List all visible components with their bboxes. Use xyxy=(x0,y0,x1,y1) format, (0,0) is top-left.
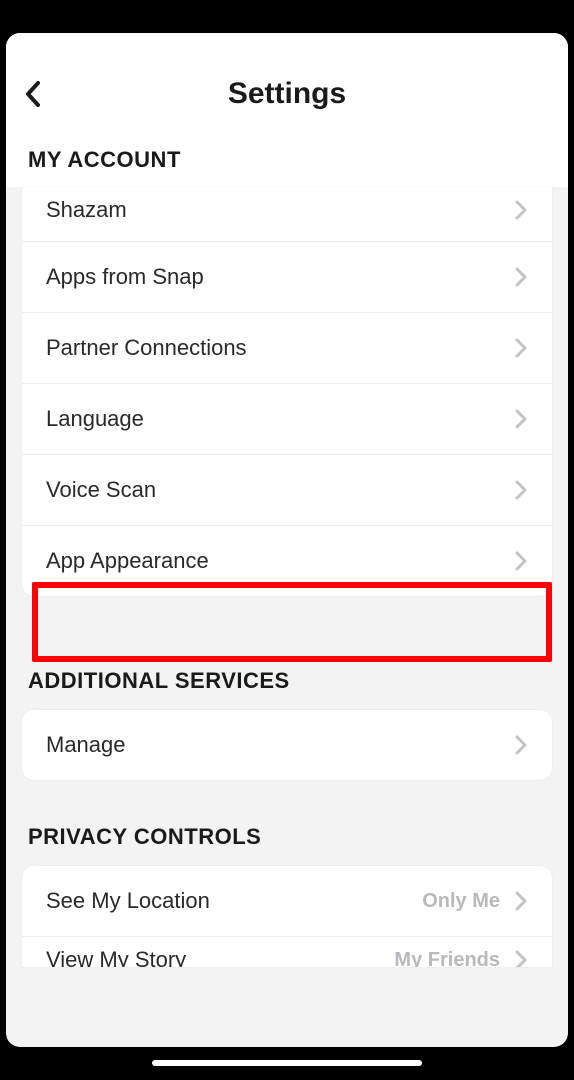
row-see-my-location[interactable]: See My Location Only Me xyxy=(22,866,552,937)
home-indicator[interactable] xyxy=(152,1060,422,1066)
section-header-privacy-controls: PRIVACY CONTROLS xyxy=(6,780,568,866)
page-title: Settings xyxy=(24,77,550,111)
privacy-controls-list: See My Location Only Me View My Story My… xyxy=(22,866,552,967)
chevron-right-icon xyxy=(514,199,528,221)
settings-screen: Settings MY ACCOUNT Shazam Apps from Sna… xyxy=(6,33,568,1047)
row-label: Partner Connections xyxy=(46,335,514,361)
row-manage[interactable]: Manage xyxy=(22,710,552,780)
chevron-right-icon xyxy=(514,890,528,912)
row-apps-from-snap[interactable]: Apps from Snap xyxy=(22,242,552,313)
row-label: See My Location xyxy=(46,888,422,914)
row-view-my-story[interactable]: View My Story My Friends xyxy=(22,937,552,967)
additional-services-list: Manage xyxy=(22,710,552,780)
section-header-my-account: MY ACCOUNT xyxy=(6,133,568,187)
row-label: Apps from Snap xyxy=(46,264,514,290)
chevron-right-icon xyxy=(514,337,528,359)
header-bar: Settings xyxy=(6,33,568,133)
row-language[interactable]: Language xyxy=(22,384,552,455)
row-label: Language xyxy=(46,406,514,432)
row-value: My Friends xyxy=(394,949,500,968)
chevron-right-icon xyxy=(514,266,528,288)
row-label: Voice Scan xyxy=(46,477,514,503)
row-voice-scan[interactable]: Voice Scan xyxy=(22,455,552,526)
row-label: Shazam xyxy=(46,197,514,223)
chevron-right-icon xyxy=(514,479,528,501)
chevron-right-icon xyxy=(514,734,528,756)
chevron-right-icon xyxy=(514,949,528,967)
row-value: Only Me xyxy=(422,890,500,913)
chevron-right-icon xyxy=(514,408,528,430)
chevron-right-icon xyxy=(514,550,528,572)
row-label: View My Story xyxy=(46,947,394,967)
row-partner-connections[interactable]: Partner Connections xyxy=(22,313,552,384)
row-shazam[interactable]: Shazam xyxy=(22,187,552,242)
row-label: App Appearance xyxy=(46,548,514,574)
row-label: Manage xyxy=(46,732,514,758)
my-account-list: Shazam Apps from Snap Partner Connection… xyxy=(22,187,552,596)
row-app-appearance[interactable]: App Appearance xyxy=(22,526,552,596)
section-header-additional-services: ADDITIONAL SERVICES xyxy=(6,596,568,710)
